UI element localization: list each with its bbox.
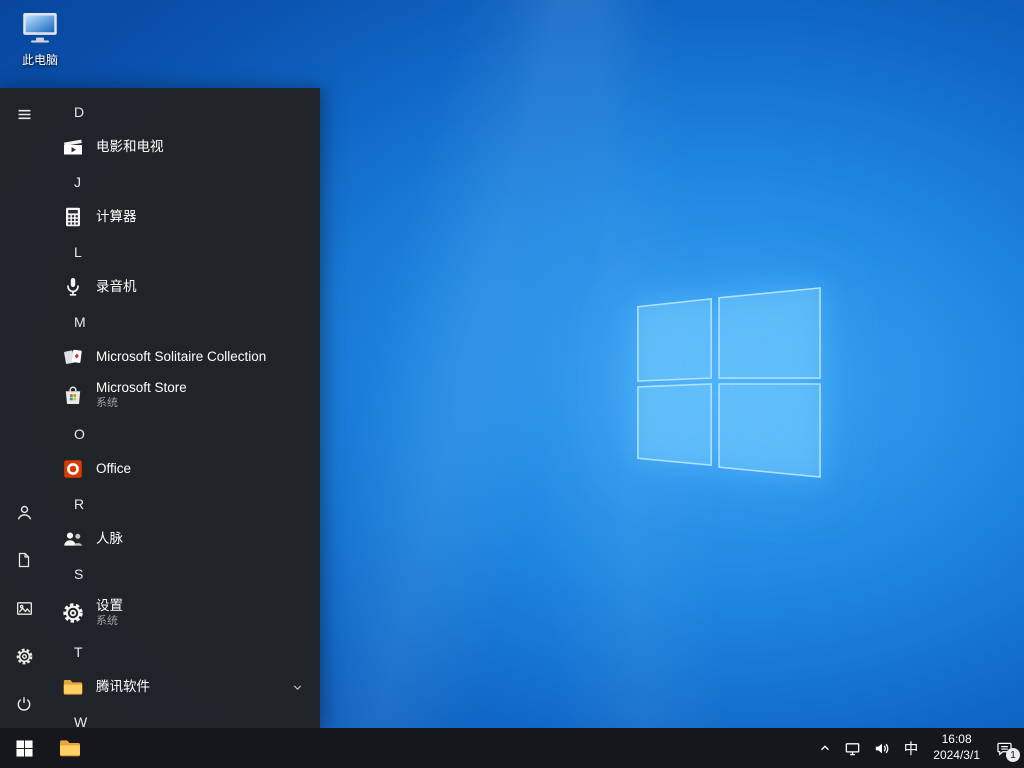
calculator-icon (61, 205, 85, 229)
desktop: 此电脑 D 电影和电视 J 计算器 L 录音机 M Microsoft Solitaire C… (0, 0, 1024, 768)
app-label: 设置 (96, 597, 123, 613)
section-letter: D (74, 104, 85, 120)
office-icon (61, 457, 85, 481)
pictures-icon (15, 599, 34, 618)
action-center-button[interactable]: 1 (987, 728, 1022, 768)
volume-tray-button[interactable] (867, 728, 896, 768)
app-text: 录音机 (96, 279, 308, 295)
start-button[interactable] (0, 728, 48, 768)
network-icon (844, 740, 861, 757)
section-letter: O (74, 426, 85, 442)
app-label: 腾讯软件 (96, 678, 150, 694)
desktop-icon-label: 此电脑 (21, 53, 58, 67)
section-header-R[interactable]: R (48, 486, 320, 522)
section-letter: T (74, 644, 83, 660)
chevron-down-icon (291, 681, 308, 694)
taskbar-file-explorer[interactable] (48, 728, 92, 768)
app-text: Microsoft Solitaire Collection (96, 349, 308, 365)
rail-power-button[interactable] (0, 680, 48, 728)
desktop-icon-this-pc[interactable]: 此电脑 (10, 10, 70, 68)
file-explorer-icon (57, 735, 83, 761)
system-tray: 中 16:08 2024/3/1 1 (812, 728, 1024, 768)
section-header-W[interactable]: W (48, 704, 320, 728)
start-rail (0, 88, 48, 728)
section-header-L[interactable]: L (48, 234, 320, 270)
app-label: Microsoft Solitaire Collection (96, 348, 267, 364)
power-icon (15, 695, 33, 713)
show-hidden-icons-button[interactable] (812, 728, 838, 768)
app-sublabel: 系统 (96, 615, 118, 627)
taskbar: 中 16:08 2024/3/1 1 (0, 728, 1024, 768)
app-item[interactable]: 电影和电视 (48, 130, 320, 164)
app-item[interactable]: 腾讯软件 (48, 670, 320, 704)
speaker-icon (873, 740, 890, 757)
solitaire-icon (61, 345, 85, 369)
app-text: 计算器 (96, 209, 308, 225)
rail-user-button[interactable] (0, 488, 48, 536)
section-letter: L (74, 244, 82, 260)
app-item[interactable]: 设置 系统 (48, 592, 320, 634)
folder-icon (61, 675, 85, 699)
section-header-S[interactable]: S (48, 556, 320, 592)
section-header-J[interactable]: J (48, 164, 320, 200)
app-item[interactable]: 计算器 (48, 200, 320, 234)
start-menu: D 电影和电视 J 计算器 L 录音机 M Microsoft Solitaire Colle… (0, 88, 320, 728)
app-item[interactable]: Microsoft Store 系统 (48, 374, 320, 416)
rail-settings-button[interactable] (0, 632, 48, 680)
app-label: 人脉 (96, 530, 123, 546)
section-letter: S (74, 566, 84, 582)
app-item[interactable]: 录音机 (48, 270, 320, 304)
section-header-T[interactable]: T (48, 634, 320, 670)
app-label: 计算器 (96, 208, 137, 224)
windows-start-icon (15, 739, 33, 757)
app-text: 人脉 (96, 531, 308, 547)
gear-icon (15, 647, 34, 666)
store-icon (61, 383, 85, 407)
section-letter: M (74, 314, 86, 330)
document-icon (15, 551, 33, 569)
notification-badge: 1 (1006, 748, 1020, 762)
rail-documents-button[interactable] (0, 536, 48, 584)
rail-menu-button[interactable] (0, 90, 48, 138)
app-item[interactable]: 人脉 (48, 522, 320, 556)
app-text: 腾讯软件 (96, 679, 291, 695)
section-letter: J (74, 174, 81, 190)
voice-recorder-icon (61, 275, 85, 299)
section-header-M[interactable]: M (48, 304, 320, 340)
section-header-O[interactable]: O (48, 416, 320, 452)
app-text: Office (96, 461, 308, 477)
hamburger-icon (16, 106, 33, 123)
app-text: Microsoft Store 系统 (96, 380, 308, 410)
clock-time: 16:08 (941, 732, 972, 747)
user-icon (15, 503, 34, 522)
section-letter: W (74, 714, 88, 728)
app-label: Microsoft Store (96, 379, 187, 395)
movies-tv-icon (61, 135, 85, 159)
app-label: Office (96, 460, 132, 476)
app-text: 设置 系统 (96, 598, 308, 628)
this-pc-icon (21, 10, 59, 44)
start-app-list: D 电影和电视 J 计算器 L 录音机 M Microsoft Solitaire Colle… (48, 88, 320, 728)
app-item[interactable]: Office (48, 452, 320, 486)
section-header-D[interactable]: D (48, 94, 320, 130)
app-item[interactable]: Microsoft Solitaire Collection (48, 340, 320, 374)
ime-indicator[interactable]: 中 (896, 728, 927, 768)
windows-wallpaper-logo (637, 287, 821, 478)
app-sublabel: 系统 (96, 397, 118, 409)
chevron-up-icon (818, 741, 832, 755)
app-label: 录音机 (96, 278, 137, 294)
app-label: 电影和电视 (96, 138, 164, 154)
taskbar-clock[interactable]: 16:08 2024/3/1 (926, 728, 987, 768)
network-tray-button[interactable] (838, 728, 867, 768)
clock-date: 2024/3/1 (933, 748, 980, 762)
people-icon (61, 527, 85, 551)
rail-pictures-button[interactable] (0, 584, 48, 632)
app-text: 电影和电视 (96, 139, 308, 155)
settings-gear-icon (61, 601, 85, 625)
section-letter: R (74, 496, 85, 512)
